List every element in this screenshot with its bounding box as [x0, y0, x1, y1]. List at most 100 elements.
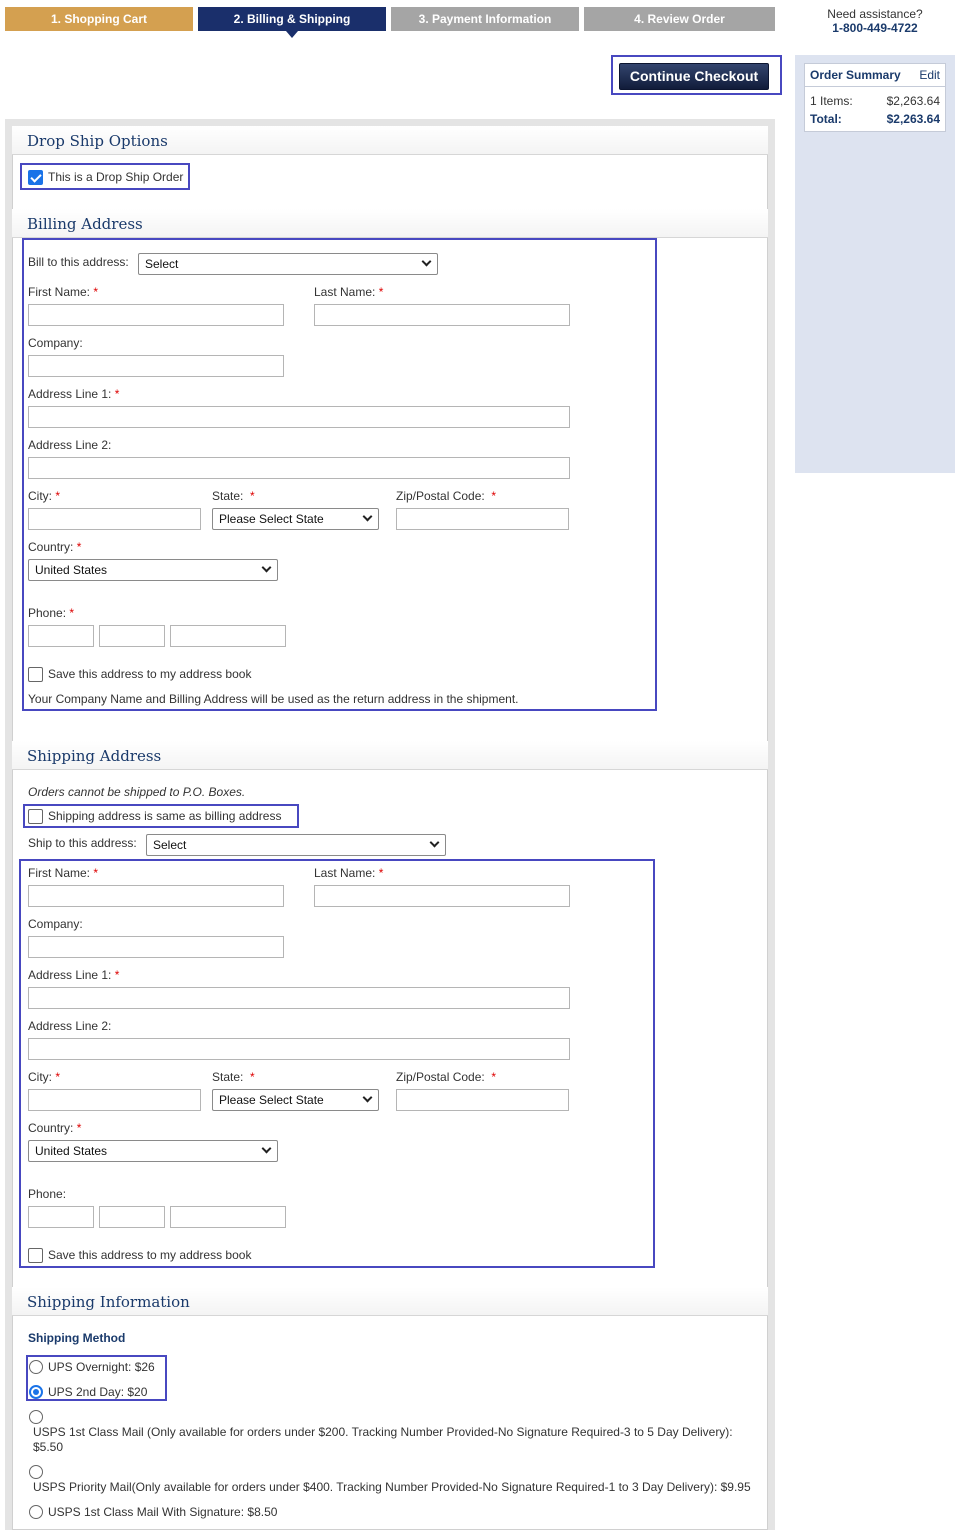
billing-heading: Billing Address	[27, 215, 143, 233]
items-label: 1 Items:	[810, 94, 853, 108]
items-value: $2,263.64	[886, 94, 940, 108]
shipping-city-label: City: *	[28, 1070, 61, 1084]
billing-state-select[interactable]: Please Select State	[212, 508, 379, 530]
shipping-country-label: Country: *	[28, 1121, 82, 1135]
shipping-phone-label: Phone:	[28, 1187, 67, 1201]
shipping-company-label: Company:	[28, 917, 83, 931]
usps-1st-class-signature-radio[interactable]	[29, 1505, 43, 1519]
shipping-header: Shipping Address	[12, 741, 768, 770]
billing-phone-label: Phone: *	[28, 606, 75, 620]
drop-ship-label: This is a Drop Ship Order	[48, 170, 184, 184]
shipping-heading: Shipping Address	[27, 747, 162, 765]
billing-first-name-input[interactable]	[28, 304, 284, 326]
shipping-phone-area-input[interactable]	[28, 1206, 94, 1228]
billing-company-label: Company:	[28, 336, 83, 350]
billing-city-input[interactable]	[28, 508, 201, 530]
shipping-method-label: Shipping Method	[28, 1331, 126, 1345]
ups-overnight-label: UPS Overnight: $26	[48, 1360, 155, 1374]
bill-to-select[interactable]: Select	[138, 253, 438, 275]
step-shopping-cart[interactable]: 1. Shopping Cart	[5, 7, 193, 31]
billing-address2-input[interactable]	[28, 457, 570, 479]
total-label: Total:	[810, 112, 842, 126]
billing-address1-label: Address Line 1: *	[28, 387, 120, 401]
ups-2nd-day-label: UPS 2nd Day: $20	[48, 1385, 148, 1399]
usps-1st-class-radio[interactable]	[29, 1410, 43, 1424]
billing-state-label: State: *	[212, 489, 255, 503]
ship-to-label: Ship to this address:	[28, 836, 137, 850]
ups-overnight-radio[interactable]	[29, 1360, 43, 1374]
shipping-save-checkbox[interactable]	[28, 1248, 43, 1263]
step-review-order: 4. Review Order	[584, 7, 775, 31]
chevron-down-icon	[421, 256, 432, 267]
order-summary-title: Order Summary	[810, 68, 901, 82]
billing-zip-input[interactable]	[396, 508, 569, 530]
shipping-phone-line-input[interactable]	[170, 1206, 286, 1228]
shipping-last-name-label: Last Name: *	[314, 866, 384, 880]
billing-country-label: Country: *	[28, 540, 82, 554]
same-as-billing-label: Shipping address is same as billing addr…	[48, 809, 282, 823]
shipping-first-name-input[interactable]	[28, 885, 284, 907]
billing-country-select[interactable]: United States	[28, 559, 278, 581]
billing-phone-line-input[interactable]	[170, 625, 286, 647]
shipping-first-name-label: First Name: *	[28, 866, 99, 880]
ship-to-select[interactable]: Select	[146, 834, 446, 856]
shipping-state-value: Please Select State	[219, 1093, 324, 1107]
usps-priority-radio[interactable]	[29, 1465, 43, 1479]
billing-save-label: Save this address to my address book	[48, 667, 252, 681]
shipping-address1-label: Address Line 1: *	[28, 968, 120, 982]
shipping-last-name-input[interactable]	[314, 885, 570, 907]
shipping-company-input[interactable]	[28, 936, 284, 958]
billing-save-checkbox[interactable]	[28, 667, 43, 682]
ship-to-select-value: Select	[153, 838, 187, 852]
continue-checkout-button[interactable]: Continue Checkout	[619, 63, 769, 90]
shipping-zip-label: Zip/Postal Code: *	[396, 1070, 497, 1084]
billing-address2-label: Address Line 2:	[28, 438, 112, 452]
billing-first-name-label: First Name: *	[28, 285, 99, 299]
bill-to-select-value: Select	[145, 257, 179, 271]
billing-last-name-label: Last Name: *	[314, 285, 384, 299]
usps-1st-class-label: USPS 1st Class Mail (Only available for …	[33, 1425, 733, 1454]
assistance-label: Need assistance?	[827, 7, 923, 21]
chevron-down-icon	[362, 1092, 373, 1103]
shipping-info-heading: Shipping Information	[27, 1293, 190, 1311]
drop-ship-heading: Drop Ship Options	[27, 132, 168, 150]
chevron-down-icon	[261, 1143, 272, 1154]
shipping-phone-prefix-input[interactable]	[99, 1206, 165, 1228]
billing-last-name-input[interactable]	[314, 304, 570, 326]
billing-phone-area-input[interactable]	[28, 625, 94, 647]
billing-phone-prefix-input[interactable]	[99, 625, 165, 647]
billing-city-label: City: *	[28, 489, 61, 503]
chevron-down-icon	[429, 837, 440, 848]
billing-company-input[interactable]	[28, 355, 284, 377]
drop-ship-header: Drop Ship Options	[12, 126, 768, 155]
shipping-info-header: Shipping Information	[12, 1287, 768, 1316]
shipping-address1-input[interactable]	[28, 987, 570, 1009]
assistance-phone[interactable]: 1-800-449-4722	[795, 21, 955, 35]
assistance-box: Need assistance? 1-800-449-4722	[795, 7, 955, 35]
shipping-state-label: State: *	[212, 1070, 255, 1084]
order-summary: Order Summary Edit 1 Items: $2,263.64 To…	[804, 63, 946, 132]
total-value: $2,263.64	[886, 112, 940, 126]
shipping-address2-input[interactable]	[28, 1038, 570, 1060]
billing-header: Billing Address	[12, 209, 768, 238]
billing-country-value: United States	[35, 563, 108, 577]
order-summary-edit-link[interactable]: Edit	[919, 68, 940, 82]
usps-1st-class-signature-label: USPS 1st Class Mail With Signature: $8.5…	[48, 1505, 278, 1519]
bill-to-label: Bill to this address:	[28, 255, 129, 269]
ups-2nd-day-radio[interactable]	[29, 1385, 43, 1399]
shipping-country-select[interactable]: United States	[28, 1140, 278, 1162]
drop-ship-checkbox[interactable]	[28, 170, 43, 185]
step-billing-shipping: 2. Billing & Shipping	[198, 7, 386, 38]
chevron-down-icon	[362, 511, 373, 522]
shipping-city-input[interactable]	[28, 1089, 201, 1111]
shipping-zip-input[interactable]	[396, 1089, 569, 1111]
shipping-save-label: Save this address to my address book	[48, 1248, 252, 1262]
shipping-state-select[interactable]: Please Select State	[212, 1089, 379, 1111]
step-payment-information: 3. Payment Information	[391, 7, 579, 31]
po-box-note: Orders cannot be shipped to P.O. Boxes.	[28, 785, 246, 799]
billing-address1-input[interactable]	[28, 406, 570, 428]
chevron-down-icon	[261, 562, 272, 573]
usps-priority-label: USPS Priority Mail(Only available for or…	[33, 1480, 751, 1494]
same-as-billing-checkbox[interactable]	[28, 809, 43, 824]
billing-state-value: Please Select State	[219, 512, 324, 526]
